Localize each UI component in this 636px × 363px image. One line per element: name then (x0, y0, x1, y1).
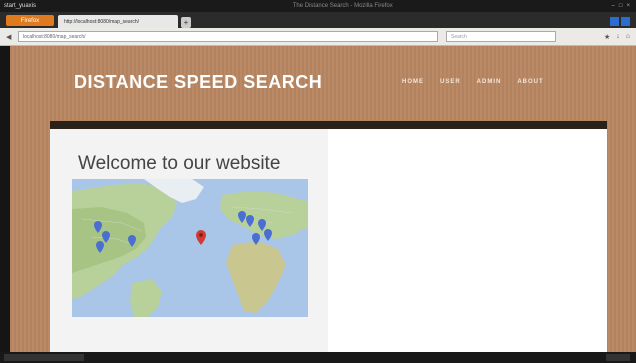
home-icon[interactable]: ⌂ (626, 33, 630, 41)
main-content: Welcome to our website (50, 129, 607, 352)
new-tab-button[interactable]: + (181, 17, 191, 28)
taskbar-left[interactable] (4, 354, 84, 361)
back-forward-icon[interactable]: ◀ (6, 33, 18, 41)
site-nav: HOME USER ADMIN ABOUT (402, 79, 544, 85)
header-divider-band (50, 121, 607, 129)
taskbar-right[interactable] (606, 354, 630, 361)
nav-admin[interactable]: ADMIN (477, 79, 502, 85)
os-title-bar: start_yuaxis The Distance Search - Mozil… (0, 0, 636, 12)
nav-about[interactable]: ABOUT (517, 79, 543, 85)
nav-home[interactable]: HOME (402, 79, 424, 85)
search-placeholder: Search (451, 33, 467, 40)
browser-tab-bar: Firefox http://localhost:8080/map_search… (0, 12, 636, 28)
welcome-panel: Welcome to our website (50, 129, 328, 352)
window-controls: – □ × (612, 3, 636, 9)
firefox-menu-button[interactable]: Firefox (6, 15, 54, 26)
nav-user[interactable]: USER (440, 79, 461, 85)
search-box[interactable]: Search (446, 31, 556, 42)
download-icon[interactable]: ↓ (616, 33, 620, 41)
maximize-icon[interactable]: □ (619, 3, 623, 9)
close-icon[interactable]: × (626, 3, 630, 9)
minimize-icon[interactable]: – (612, 3, 615, 9)
window-title: The Distance Search - Mozilla Firefox (292, 3, 393, 9)
left-window-edge (0, 46, 10, 352)
window-close-icon[interactable] (621, 17, 630, 26)
browser-tools: ★ ↓ ⌂ (604, 33, 630, 41)
page-viewport: DISTANCE SPEED SEARCH HOME USER ADMIN AB… (10, 46, 636, 352)
os-left-label: start_yuaxis (4, 3, 37, 9)
browser-tab[interactable]: http://localhost:8080/map_search/ (58, 15, 178, 28)
tab-list-icon[interactable] (610, 17, 619, 26)
bookmark-icon[interactable]: ★ (604, 33, 610, 41)
url-text: localhost:8080/map_search/ (23, 33, 86, 40)
site-title: DISTANCE SPEED SEARCH (74, 72, 323, 92)
browser-nav-bar: ◀ localhost:8080/map_search/ Search ★ ↓ … (0, 28, 636, 46)
welcome-title: Welcome to our website (78, 153, 281, 174)
tabbar-right-icons (610, 17, 636, 26)
taskbar (0, 352, 636, 363)
world-map[interactable] (72, 179, 308, 317)
url-bar[interactable]: localhost:8080/map_search/ (18, 31, 438, 42)
